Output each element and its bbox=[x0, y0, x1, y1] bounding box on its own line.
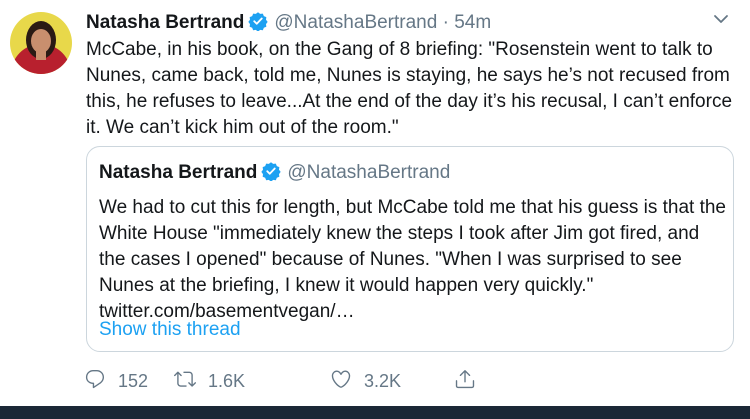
like-icon bbox=[330, 368, 364, 395]
tweet-header: Natasha Bertrand @NatashaBertrand · 54m bbox=[86, 10, 730, 36]
share-button[interactable] bbox=[454, 368, 488, 394]
separator-dot: · bbox=[442, 12, 449, 33]
quoted-author-name: Natasha Bertrand bbox=[99, 162, 258, 183]
quoted-tweet-text: We had to cut this for length, but McCab… bbox=[99, 195, 729, 325]
chevron-down-icon[interactable] bbox=[712, 10, 730, 37]
like-count: 3.2K bbox=[364, 370, 402, 391]
verified-badge-icon bbox=[248, 11, 269, 39]
like-button[interactable]: 3.2K bbox=[330, 368, 401, 394]
quoted-tweet-header: Natasha Bertrand @NatashaBertrand bbox=[99, 160, 450, 189]
author-handle[interactable]: @NatashaBertrand bbox=[274, 12, 437, 33]
share-icon bbox=[454, 368, 488, 395]
author-name[interactable]: Natasha Bertrand bbox=[86, 12, 244, 33]
retweet-button[interactable]: 1.6K bbox=[174, 368, 245, 394]
tweet-card[interactable]: Natasha Bertrand @NatashaBertrand · 54m M… bbox=[0, 0, 750, 406]
show-thread-link[interactable]: Show this thread bbox=[99, 317, 241, 343]
tweet-text: McCabe, in his book, on the Gang of 8 br… bbox=[86, 39, 733, 138]
quoted-tweet-body: We had to cut this for length, but McCab… bbox=[99, 197, 726, 296]
retweet-icon bbox=[174, 368, 208, 395]
quoted-tweet[interactable]: Natasha Bertrand @NatashaBertrand We had … bbox=[86, 146, 734, 352]
bottom-bar bbox=[0, 406, 750, 419]
reply-button[interactable]: 152 bbox=[84, 368, 148, 394]
timestamp[interactable]: 54m bbox=[454, 12, 491, 33]
avatar[interactable] bbox=[10, 12, 72, 74]
verified-badge-icon bbox=[261, 161, 282, 189]
quoted-author-handle: @NatashaBertrand bbox=[287, 162, 451, 183]
reply-count: 152 bbox=[118, 370, 149, 391]
retweet-count: 1.6K bbox=[208, 370, 246, 391]
tweet-actions: 152 1.6K 3.2K bbox=[84, 368, 504, 394]
reply-icon bbox=[84, 368, 118, 395]
